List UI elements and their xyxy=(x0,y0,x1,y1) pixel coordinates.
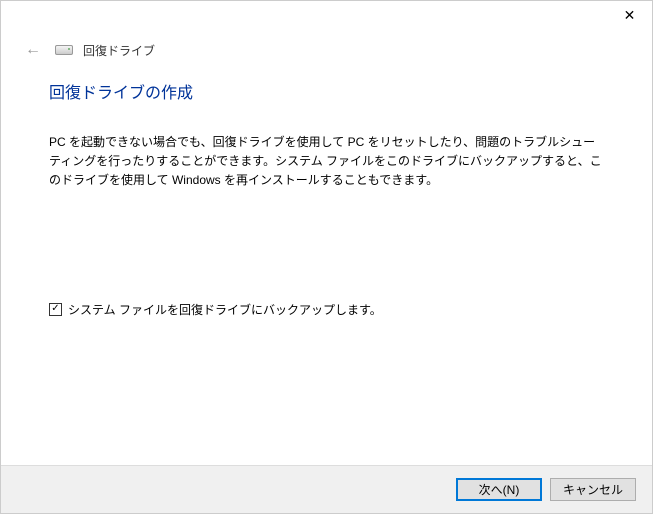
back-arrow-icon[interactable]: ← xyxy=(21,41,45,59)
backup-checkbox[interactable]: ✓ xyxy=(49,303,62,316)
wizard-title: 回復ドライブ xyxy=(83,42,155,59)
backup-checkbox-row: ✓ システム ファイルを回復ドライブにバックアップします。 xyxy=(49,301,604,318)
page-title: 回復ドライブの作成 xyxy=(49,79,604,103)
cancel-button[interactable]: キャンセル xyxy=(550,478,636,501)
close-button[interactable]: ✕ xyxy=(607,1,652,29)
content-area: 回復ドライブの作成 PC を起動できない場合でも、回復ドライブを使用して PC … xyxy=(1,69,652,318)
close-icon: ✕ xyxy=(624,7,636,24)
backup-checkbox-label: システム ファイルを回復ドライブにバックアップします。 xyxy=(68,301,382,318)
titlebar: ✕ xyxy=(1,1,652,31)
page-description: PC を起動できない場合でも、回復ドライブを使用して PC をリセットしたり、問… xyxy=(49,133,604,191)
wizard-header: ← 回復ドライブ xyxy=(1,31,652,69)
footer: 次へ(N) キャンセル xyxy=(1,465,652,513)
next-button[interactable]: 次へ(N) xyxy=(456,478,542,501)
drive-icon xyxy=(55,45,73,55)
